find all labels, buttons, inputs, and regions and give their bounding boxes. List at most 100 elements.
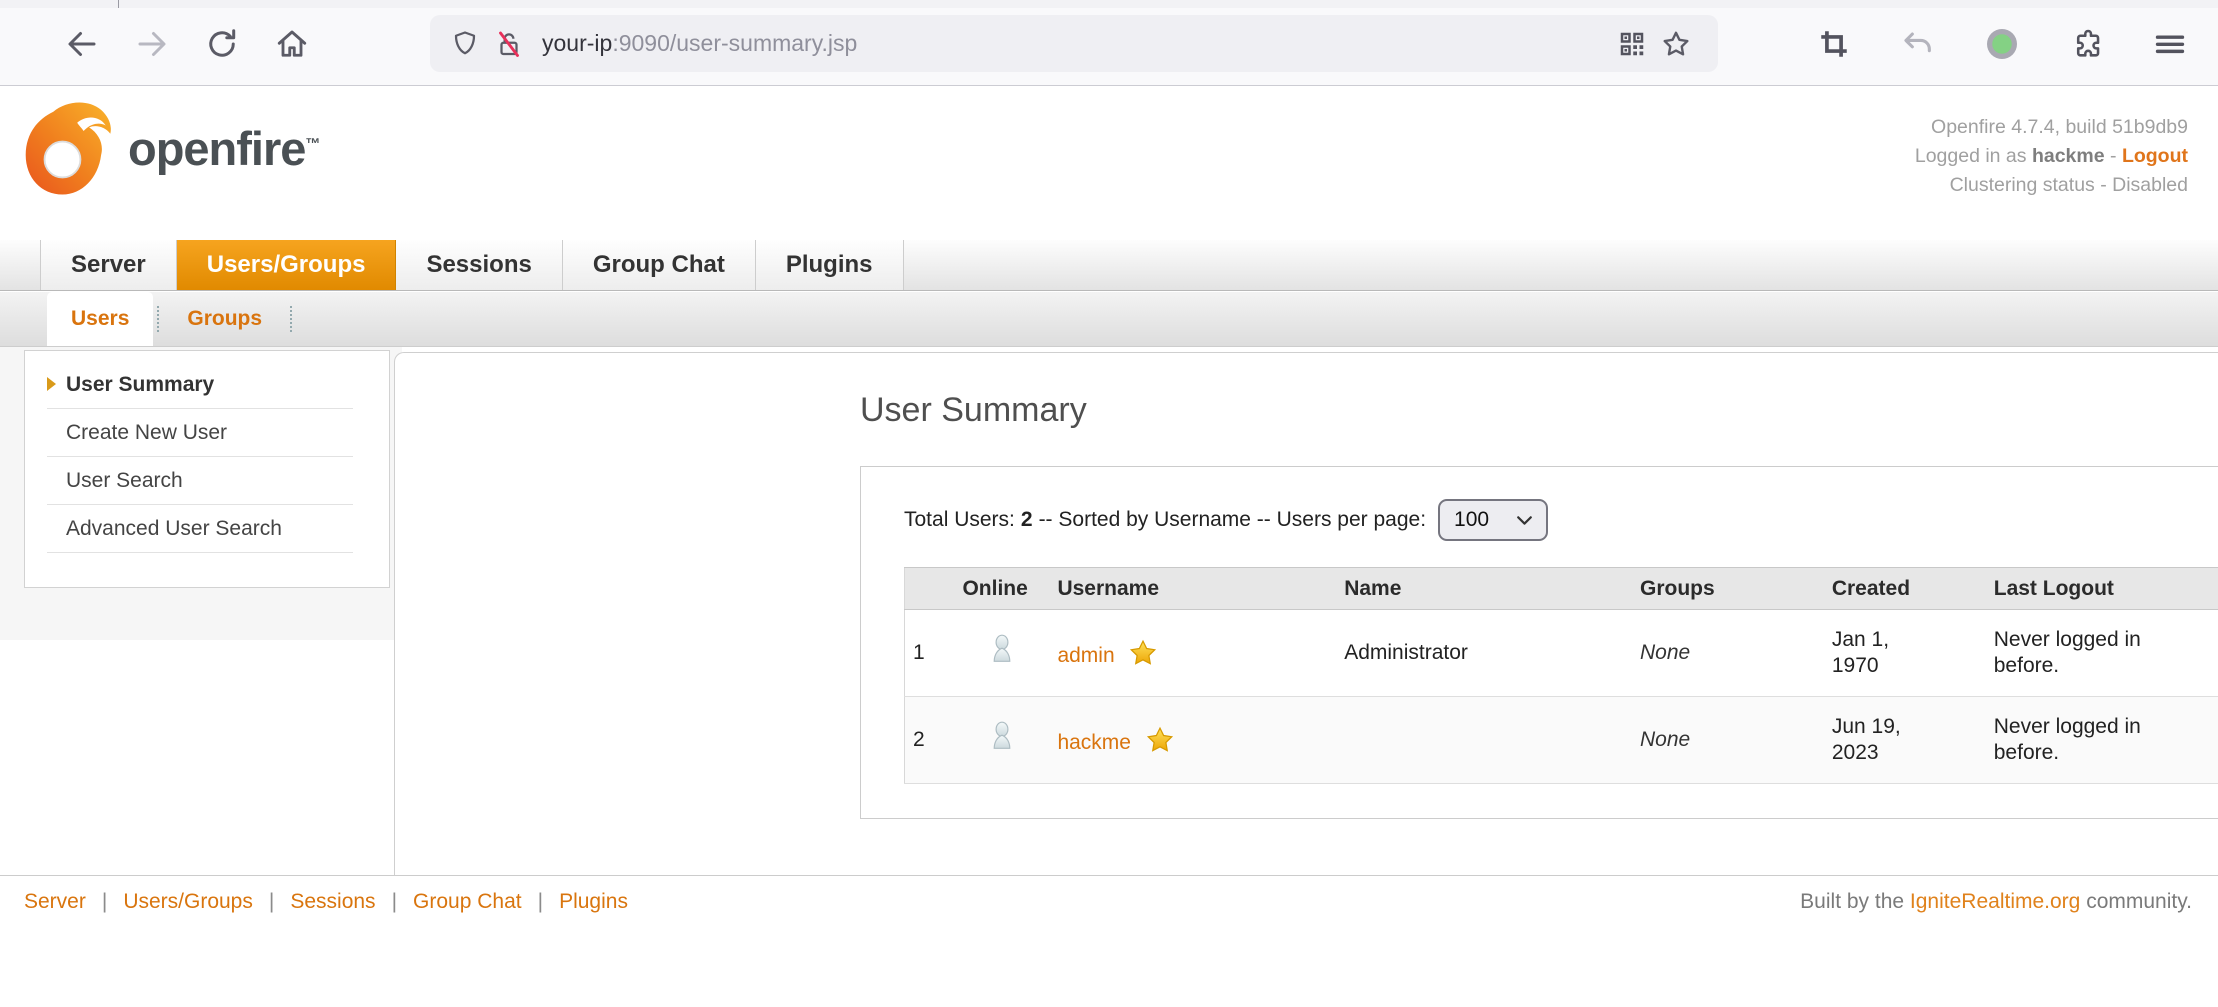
col-groups: Groups (1632, 568, 1824, 610)
user-last-logout: Never logged in before. (1994, 627, 2209, 679)
user-created: Jan 1, 1970 (1832, 627, 1932, 679)
user-fullname (1336, 697, 1632, 784)
footer-link-group-chat[interactable]: Group Chat (413, 890, 522, 914)
chevron-down-icon (1517, 516, 1532, 525)
tab-group-chat[interactable]: Group Chat (563, 240, 756, 290)
table-row: 1 admin (905, 610, 2218, 697)
logged-in-username: hackme (2032, 145, 2105, 167)
tab-server[interactable]: Server (40, 240, 177, 290)
qr-code-icon (1617, 29, 1647, 59)
flame-icon (22, 97, 114, 200)
sidebar-menu: User Summary Create New User User Search… (24, 350, 390, 588)
row-number: 2 (905, 697, 955, 784)
per-page-value: 100 (1454, 508, 1517, 532)
sidebar-item-label: Advanced User Search (66, 517, 282, 541)
admin-star-icon (1128, 638, 1158, 668)
url-path: :9090/user-summary.jsp (612, 30, 857, 56)
username-link[interactable]: admin (1057, 644, 1114, 667)
tab-sessions[interactable]: Sessions (396, 240, 562, 290)
main-tabbar: Server Users/Groups Sessions Group Chat … (0, 240, 2218, 291)
username-link[interactable]: hackme (1057, 731, 1131, 754)
bookmark-button[interactable] (1654, 22, 1698, 66)
user-groups: None (1632, 697, 1824, 784)
sidebar-item-advanced-user-search[interactable]: Advanced User Search (47, 505, 353, 553)
footer-pipe: | (538, 890, 543, 914)
content-area: User Summary Total Users: 2 -- Sorted by… (0, 347, 2218, 875)
subtab-groups[interactable]: Groups (163, 292, 286, 346)
address-bar[interactable]: your-ip:9090/user-summary.jsp (430, 15, 1718, 72)
footer-link-server[interactable]: Server (24, 890, 86, 914)
current-item-bullet-icon (47, 377, 56, 391)
col-created: Created (1824, 568, 1986, 610)
credit-prefix: Built by the (1800, 890, 1904, 913)
user-fullname: Administrator (1336, 610, 1632, 697)
subtab-separator (157, 306, 159, 332)
sidebar-item-user-search[interactable]: User Search (47, 457, 353, 505)
main-panel: User Summary Total Users: 2 -- Sorted by… (394, 352, 2218, 875)
col-name: Name (1336, 568, 1632, 610)
user-last-logout: Never logged in before. (1994, 714, 2209, 766)
extensions-button[interactable] (2064, 22, 2108, 66)
col-username: Username (1049, 568, 1336, 610)
user-presence-icon (989, 721, 1015, 754)
back-button[interactable] (60, 22, 104, 66)
clustering-status: Clustering status - Disabled (1915, 171, 2188, 200)
shield-icon[interactable] (450, 29, 480, 59)
footer-link-sessions[interactable]: Sessions (290, 890, 375, 914)
menu-hamburger-icon (2153, 27, 2187, 61)
logout-link[interactable]: Logout (2122, 145, 2188, 167)
col-last-logout: Last Logout (1986, 568, 2218, 610)
sidebar-item-label: Create New User (66, 421, 227, 445)
table-header-row: Online Username Name Groups Created Last… (905, 568, 2218, 610)
openfire-logo[interactable]: openfire™ (22, 97, 319, 200)
col-row-number (905, 568, 955, 610)
users-per-page-select[interactable]: 100 (1438, 499, 1548, 541)
url-text[interactable]: your-ip:9090/user-summary.jsp (542, 30, 857, 57)
version-text: Openfire 4.7.4, build 51b9db9 (1915, 113, 2188, 142)
footer-link-users-groups[interactable]: Users/Groups (123, 890, 253, 914)
total-users-label: Total Users: (904, 508, 1015, 532)
footer-pipe: | (392, 890, 397, 914)
user-created: Jun 19, 2023 (1832, 714, 1932, 766)
sidebar-item-label: User Summary (66, 373, 214, 397)
url-host: your-ip (542, 30, 612, 56)
sidebar-item-user-summary[interactable]: User Summary (47, 361, 353, 409)
qr-scan-button[interactable] (1610, 22, 1654, 66)
footer-link-plugins[interactable]: Plugins (559, 890, 628, 914)
subtab-users[interactable]: Users (47, 292, 153, 346)
reload-button[interactable] (200, 22, 244, 66)
col-online: Online (954, 568, 1049, 610)
recording-indicator[interactable] (1980, 22, 2024, 66)
admin-star-icon (1145, 725, 1175, 755)
footer-credit: Built by the IgniteRealtime.org communit… (1800, 890, 2192, 914)
login-status: Logged in as hackme - Logout (1915, 142, 2188, 171)
trademark-symbol: ™ (305, 135, 319, 152)
row-number: 1 (905, 610, 955, 697)
forward-button[interactable] (130, 22, 174, 66)
page: your-ip:9090/user-summary.jsp (0, 0, 2218, 1007)
user-groups: None (1632, 610, 1824, 697)
summary-line: Total Users: 2 -- Sorted by Username -- … (904, 499, 1548, 541)
page-title: User Summary (860, 391, 1087, 430)
screenshot-button[interactable] (1812, 22, 1856, 66)
ignite-realtime-link[interactable]: IgniteRealtime.org (1910, 890, 2080, 913)
subtab-separator (290, 306, 292, 332)
users-table: Online Username Name Groups Created Last… (904, 567, 2218, 784)
footer-pipe: | (102, 890, 107, 914)
footer: Server | Users/Groups | Sessions | Group… (0, 875, 2218, 1007)
undo-button[interactable] (1896, 22, 1940, 66)
sidebar-item-create-new-user[interactable]: Create New User (47, 409, 353, 457)
logo-wordmark: openfire™ (128, 121, 319, 176)
extensions-puzzle-icon (2069, 27, 2103, 61)
tab-plugins[interactable]: Plugins (756, 240, 904, 290)
screenshot-crop-icon (1817, 27, 1851, 61)
record-indicator-icon (1984, 26, 2020, 62)
tab-users-groups[interactable]: Users/Groups (177, 240, 397, 290)
browser-tabstrip (0, 0, 2218, 8)
sub-tabbar: Users Groups (0, 292, 2218, 347)
home-button[interactable] (270, 22, 314, 66)
menu-button[interactable] (2148, 22, 2192, 66)
back-icon (64, 26, 100, 62)
lock-slash-icon[interactable] (494, 29, 524, 59)
logged-in-prefix: Logged in as (1915, 145, 2027, 167)
